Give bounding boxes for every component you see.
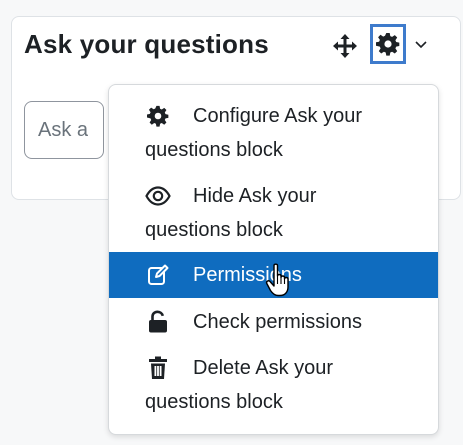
edit-icon: [145, 262, 171, 288]
block-actions-toggle[interactable]: [370, 24, 430, 64]
menu-item-configure[interactable]: Configure Ask your questions block: [109, 99, 438, 169]
gear-toggle-box[interactable]: [370, 24, 406, 64]
menu-item-delete[interactable]: Delete Ask your questions block: [109, 351, 438, 421]
menu-item-label-line2: questions block: [145, 219, 283, 241]
chevron-down-icon: [414, 39, 428, 49]
menu-item-label-line2: questions block: [145, 391, 283, 413]
menu-item-label: Check permissions: [193, 311, 362, 333]
menu-item-label: Delete Ask your: [193, 357, 334, 379]
gear-icon: [376, 33, 400, 56]
menu-item-hide[interactable]: Hide Ask your questions block: [109, 179, 438, 249]
block-title: Ask your questions: [24, 29, 269, 59]
eye-icon: [145, 183, 171, 209]
menu-item-label: Configure Ask your: [193, 105, 362, 127]
menu-item-check-permissions[interactable]: Check permissions: [109, 305, 438, 341]
trash-icon: [145, 355, 171, 381]
move-arrows-icon[interactable]: [332, 33, 358, 59]
hand-pointer-cursor-icon: [265, 262, 293, 298]
gear-icon: [145, 103, 171, 129]
menu-item-label: Hide Ask your: [193, 185, 317, 207]
unlock-icon: [145, 309, 171, 335]
block-actions-menu: Configure Ask your questions block Hide …: [108, 84, 439, 435]
ask-question-input[interactable]: Ask a: [24, 101, 104, 159]
menu-item-label-line2: questions block: [145, 139, 283, 161]
